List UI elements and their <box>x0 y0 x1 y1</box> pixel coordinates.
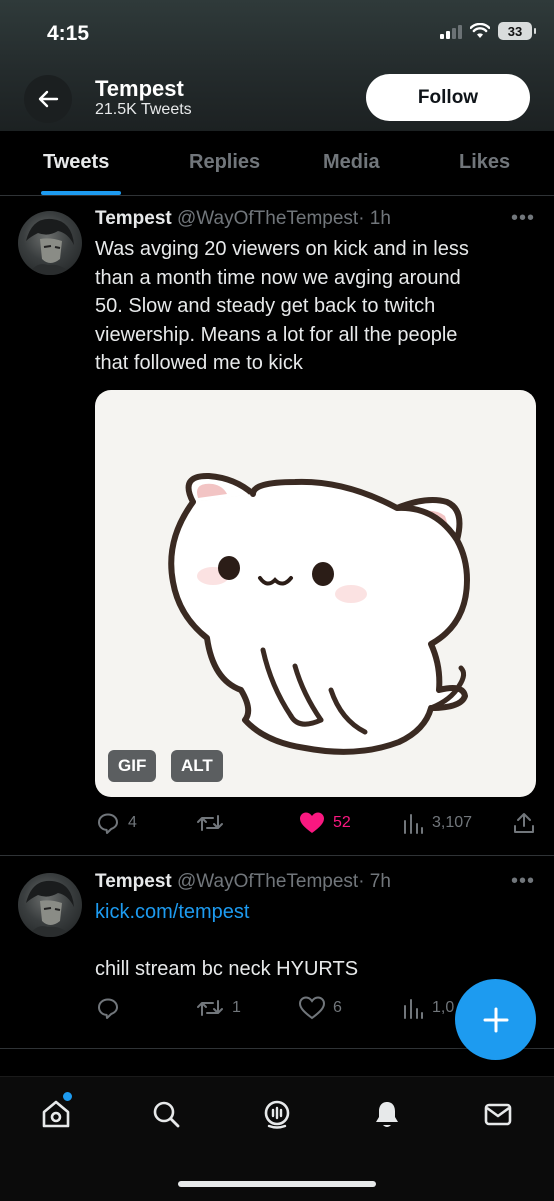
views-button[interactable]: 1,0 <box>402 996 454 1020</box>
reply-button[interactable]: 4 <box>96 811 137 835</box>
avatar-image <box>26 880 74 937</box>
more-icon[interactable]: ••• <box>511 207 535 230</box>
messages-icon <box>484 1103 512 1126</box>
back-button[interactable] <box>24 75 72 123</box>
views-button[interactable]: 3,107 <box>402 811 472 835</box>
views-count: 3,107 <box>432 814 473 831</box>
share-icon <box>514 813 534 833</box>
views-count: 1,0 <box>432 999 455 1016</box>
tweet-text-line: than a month time now we avging around <box>95 266 461 289</box>
battery-icon: 33 <box>498 22 536 40</box>
tweet-time: · 1h <box>358 208 391 229</box>
follow-button[interactable]: Follow <box>366 74 530 121</box>
retweet-button[interactable]: 1 <box>196 996 241 1020</box>
home-indicator[interactable] <box>178 1181 376 1187</box>
reply-count: 4 <box>128 814 137 831</box>
more-icon[interactable]: ••• <box>511 870 535 893</box>
tab-media[interactable]: Media <box>323 151 380 174</box>
avatar[interactable] <box>18 211 82 275</box>
search-icon <box>153 1101 180 1128</box>
views-icon <box>404 814 423 834</box>
avatar-image <box>26 218 74 275</box>
tweet-author[interactable]: Tempest @WayOfTheTempest· 7h <box>95 871 391 893</box>
cat-gif-image <box>168 472 470 755</box>
gif-badge: GIF <box>108 750 157 782</box>
nav-messages[interactable] <box>480 1096 516 1132</box>
nav-spaces[interactable] <box>259 1096 295 1132</box>
tweet-text-line: viewership. Means a lot for all the peop… <box>95 323 458 346</box>
profile-name: Tempest <box>95 76 184 101</box>
tab-likes[interactable]: Likes <box>459 151 510 174</box>
retweet-count: 1 <box>232 999 241 1016</box>
tweet-count: 21.5K Tweets <box>95 101 192 118</box>
tweet-text: chill stream bc neck HYURTS <box>95 958 359 980</box>
reply-button[interactable] <box>96 996 128 1020</box>
tweet-text-line: that followed me to kick <box>95 352 303 374</box>
heart-icon <box>299 996 325 1020</box>
author-handle: @WayOfTheTempest <box>177 208 359 229</box>
reply-icon <box>98 998 118 1019</box>
like-count: 6 <box>333 999 342 1016</box>
author-handle: @WayOfTheTempest <box>177 871 359 892</box>
author-name: Tempest <box>95 871 172 892</box>
alt-badge[interactable]: ALT <box>171 750 223 782</box>
compose-button[interactable] <box>455 979 536 1060</box>
profile-tabs: Tweets Replies Media Likes <box>0 131 554 196</box>
heart-icon <box>300 812 324 833</box>
tweet-media-gif[interactable] <box>95 390 536 797</box>
tweet-link[interactable]: kick.com/tempest <box>95 898 249 927</box>
like-button[interactable]: 52 <box>299 811 351 835</box>
retweet-icon <box>197 815 223 831</box>
author-name: Tempest <box>95 208 172 229</box>
notifications-icon <box>376 1102 398 1127</box>
like-count: 52 <box>333 814 351 831</box>
home-notification-dot <box>61 1090 74 1103</box>
tab-tweets[interactable]: Tweets <box>43 151 109 174</box>
retweet-icon <box>197 1000 223 1016</box>
avatar[interactable] <box>18 873 82 937</box>
status-time: 4:15 <box>47 22 90 45</box>
tab-replies[interactable]: Replies <box>189 151 260 174</box>
spaces-icon <box>264 1100 290 1129</box>
tweet-time: · 7h <box>358 871 391 892</box>
signal-icon <box>440 23 462 39</box>
tweet-text-line: 50. Slow and steady get back to twitch <box>95 295 436 317</box>
status-indicators: 33 <box>440 22 536 40</box>
views-icon <box>404 999 423 1019</box>
share-button[interactable] <box>513 811 535 835</box>
back-arrow-icon <box>38 90 59 108</box>
like-button[interactable]: 6 <box>299 996 342 1020</box>
nav-search[interactable] <box>148 1096 184 1132</box>
compose-icon <box>483 1007 508 1032</box>
retweet-button[interactable] <box>196 811 232 835</box>
reply-icon <box>98 813 118 834</box>
nav-notifications[interactable] <box>369 1096 405 1132</box>
wifi-icon <box>470 23 490 38</box>
tweet-divider <box>0 855 554 856</box>
tweet-author[interactable]: Tempest @WayOfTheTempest· 1h <box>95 208 391 230</box>
tweet-text: Was avging 20 viewers on kick and in les… <box>95 235 535 378</box>
tweet-text-line: Was avging 20 viewers on kick and in les… <box>95 238 469 260</box>
active-tab-indicator <box>41 191 121 195</box>
